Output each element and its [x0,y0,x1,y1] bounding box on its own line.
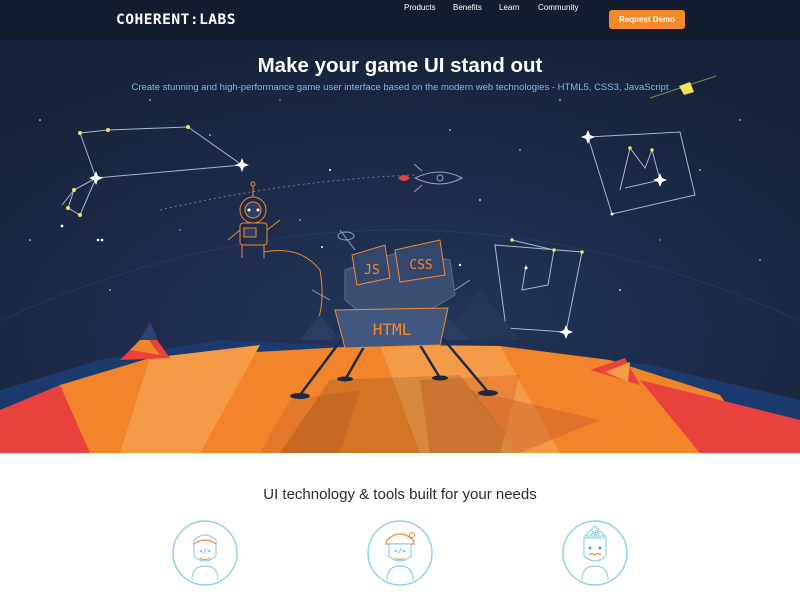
hero-subtitle: Create stunning and high-performance gam… [131,82,669,93]
features-section: UI technology & tools built for your nee… [0,453,800,600]
top-navbar: COHERENT:LABS Products Benefits Learn Co… [0,0,800,40]
designer-avatar-icon[interactable]: </> [367,520,433,586]
hero-title: Make your game UI stand out [257,54,543,77]
landing-page: COHERENT:LABS Products Benefits Learn Co… [0,0,800,600]
request-demo-button[interactable]: Request Demo [609,10,685,29]
brand-logo[interactable]: COHERENT:LABS [116,10,236,30]
nav-learn[interactable]: Learn [499,0,519,16]
space-illustration: JS CSS HTML [0,40,800,453]
lander-html-label: HTML [373,320,412,339]
lander-js-label: JS [364,263,380,278]
nav-community[interactable]: Community [538,0,578,16]
code-glyph: </> [199,547,211,555]
features-title: UI technology & tools built for your nee… [263,486,537,503]
hero-banner: JS CSS HTML Make your game UI stand out … [0,40,800,453]
nav-products[interactable]: Products [404,0,436,16]
code-glyph: </> [394,547,406,555]
lander-css-label: CSS [409,258,432,273]
artist-avatar-icon[interactable]: AB [562,520,628,586]
ab-glyph: AB [591,531,599,537]
nav-benefits[interactable]: Benefits [453,0,482,16]
developer-avatar-icon[interactable]: </> [172,520,238,586]
